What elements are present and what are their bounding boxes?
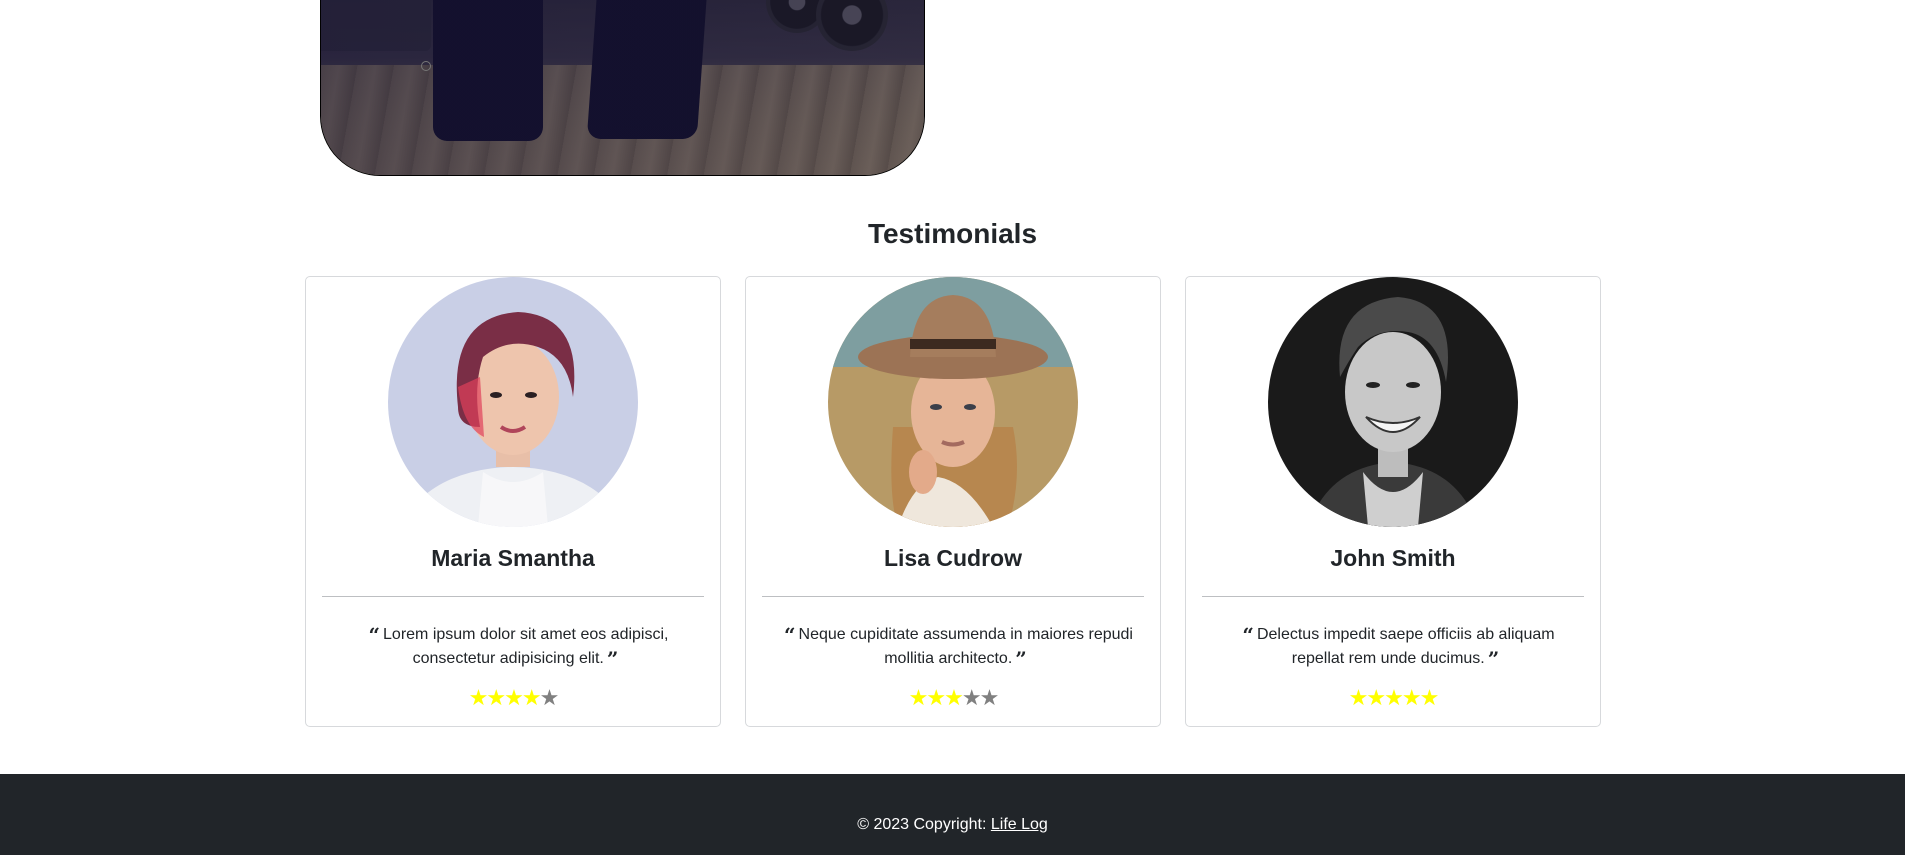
testimonial-name: John Smith [1330, 545, 1456, 571]
star-empty-icon: ★ [961, 685, 982, 710]
divider [762, 596, 1144, 597]
star-filled-icon: ★ [926, 685, 946, 710]
footer: © 2023 Copyright: Life Log [0, 774, 1905, 855]
star-filled-icon: ★ [908, 685, 929, 710]
quote-right-icon: ” [1015, 647, 1027, 671]
testimonial-card: Maria Smantha “Lorem ipsum dolor sit ame… [305, 276, 721, 727]
star-rating: ★★★★★ [746, 685, 1160, 711]
testimonial-quote: “Delectus impedit saepe officiis ab aliq… [1214, 623, 1580, 671]
star-filled-icon: ★ [1401, 685, 1422, 710]
testimonials-list: Maria Smantha “Lorem ipsum dolor sit ame… [305, 276, 1601, 727]
quote-right-icon: ” [606, 647, 619, 671]
woman-portrait-avatar [388, 277, 638, 527]
testimonial-name: Lisa Cudrow [883, 545, 1022, 571]
page: Testimonials Maria Smantha “ Lorem ipsum… [0, 0, 1905, 855]
divider [322, 596, 704, 597]
divider [1202, 596, 1584, 597]
star-rating: ★★★★★ [1186, 685, 1600, 711]
man-portrait-avatar [1268, 277, 1518, 527]
quote-left-icon: “ [784, 623, 796, 647]
star-filled-icon: ★ [521, 685, 542, 710]
star-filled-icon: ★ [1384, 685, 1404, 710]
quote-text: Neque cupiditate assumenda in maiores re… [798, 626, 1133, 667]
quote-left-icon: “ [1242, 623, 1254, 647]
testimonial-quote: “Lorem ipsum dolor sit amet eos adipisci… [334, 623, 700, 671]
quote-text: Delectus impedit saepe officiis ab aliqu… [1256, 626, 1555, 667]
star-empty-icon: ★ [979, 685, 1000, 710]
testimonials-title: Testimonials [867, 218, 1038, 249]
testimonial-name: Maria Smantha [431, 545, 595, 571]
quote-text: Lorem ipsum dolor sit amet eos adipisci,… [383, 626, 669, 667]
hero-image [320, 0, 925, 176]
quote-left-icon: “ [368, 623, 381, 647]
testimonial-quote: “Neque cupiditate assumenda in maiores r… [774, 623, 1140, 671]
star-empty-icon: ★ [539, 685, 560, 710]
star-filled-icon: ★ [1419, 685, 1440, 710]
star-filled-icon: ★ [944, 685, 964, 710]
woman-hat-portrait-avatar [828, 277, 1078, 527]
star-rating: ★★★★★ [306, 685, 720, 711]
quote-right-icon: ” [1487, 647, 1500, 671]
star-filled-icon: ★ [1348, 685, 1369, 710]
star-filled-icon: ★ [486, 685, 506, 710]
star-filled-icon: ★ [504, 685, 524, 710]
testimonial-card: John Smith “Delectus impedit saepe offic… [1185, 276, 1601, 727]
star-filled-icon: ★ [468, 685, 489, 710]
testimonial-card: Lisa Cudrow “Neque cupiditate assumenda … [745, 276, 1161, 727]
footer-link[interactable]: Life Log [991, 816, 1048, 833]
star-filled-icon: ★ [1366, 685, 1386, 710]
footer-copyright: © 2023 Copyright: [857, 816, 987, 833]
